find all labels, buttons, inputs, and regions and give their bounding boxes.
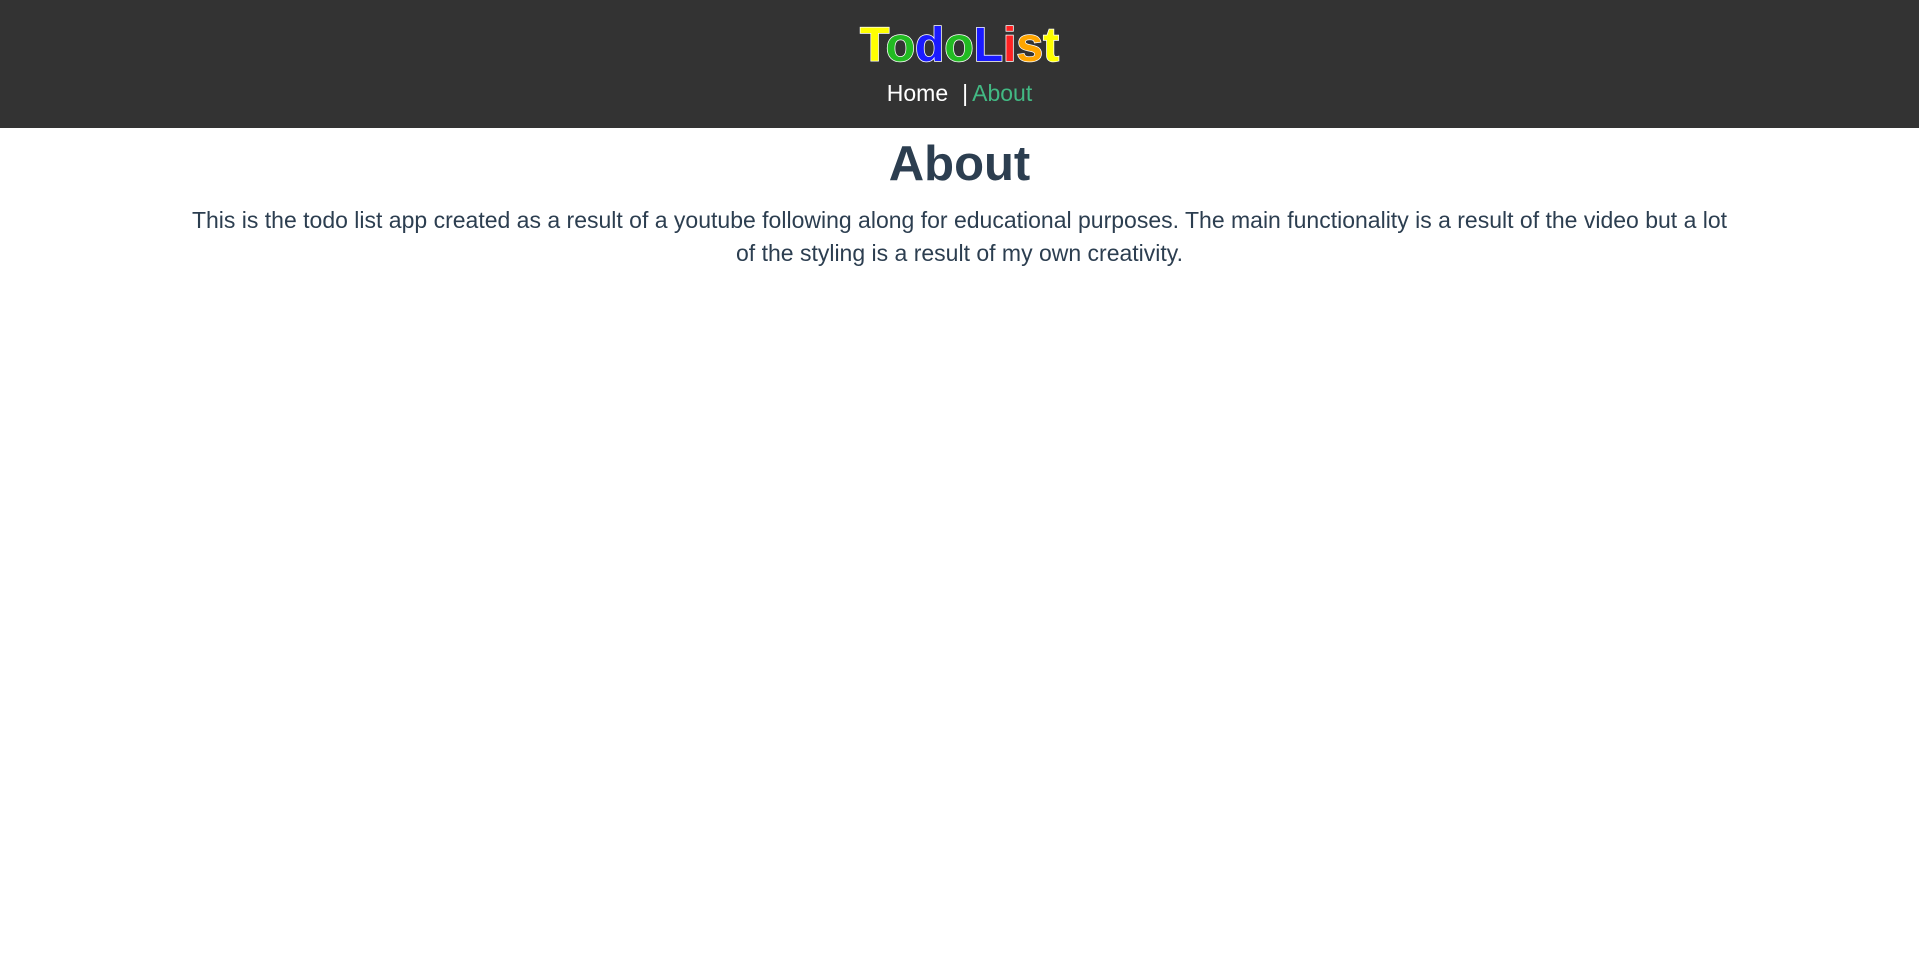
logo-letter: d	[914, 18, 945, 73]
app-header: TodoList Home | About	[0, 0, 1919, 128]
nav-link-home[interactable]: Home	[887, 80, 948, 106]
main-nav: Home | About	[0, 78, 1919, 108]
logo-letter: L	[973, 18, 1004, 73]
logo-letter: T	[859, 18, 886, 73]
nav-separator: |	[962, 80, 969, 106]
about-description: This is the todo list app created as a r…	[191, 207, 1728, 266]
logo-letter: s	[1016, 18, 1044, 73]
app-logo: TodoList	[0, 18, 1919, 74]
page-title: About	[888, 137, 1031, 191]
logo-letter: t	[1042, 18, 1060, 73]
about-page: About This is the todo list app created …	[0, 134, 1919, 270]
logo-letter: i	[1002, 18, 1017, 73]
nav-link-about[interactable]: About	[972, 80, 1032, 106]
logo-letter: o	[944, 18, 975, 73]
logo-letter: o	[885, 18, 916, 73]
